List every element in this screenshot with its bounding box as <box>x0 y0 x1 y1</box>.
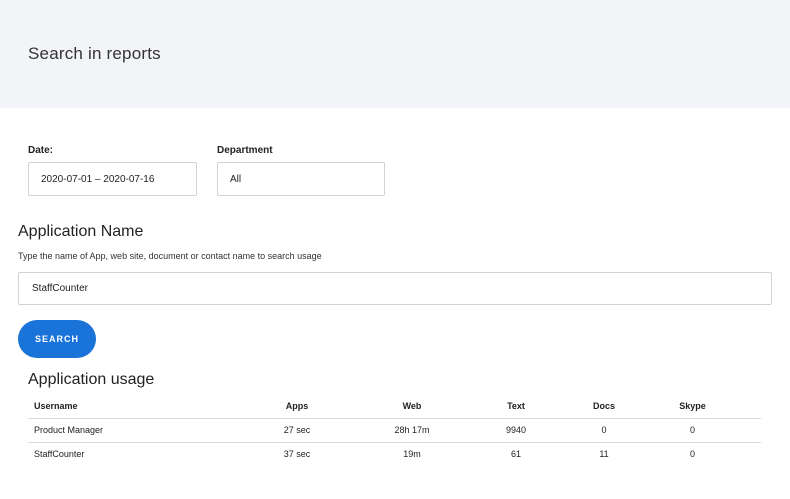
date-range-value: 2020-07-01 – 2020-07-16 <box>41 173 155 185</box>
page-title: Search in reports <box>28 44 161 63</box>
cell-skype: 0 <box>689 449 695 460</box>
department-value: All <box>230 173 242 185</box>
cell-docs: 0 <box>584 418 624 443</box>
cell-text: 9940 <box>448 418 584 443</box>
cell-docs: 11 <box>599 449 609 460</box>
search-button[interactable]: SEARCH <box>18 320 96 358</box>
column-header-web[interactable]: Web <box>376 394 448 419</box>
application-usage-heading: Application usage <box>28 371 155 388</box>
cell-text: 61 <box>510 449 521 460</box>
cell-apps: 37 sec <box>283 449 311 460</box>
cell-web: 28h 17m <box>376 418 448 443</box>
column-header-skype[interactable]: Skype <box>624 394 761 419</box>
cell-skype: 0 <box>624 418 761 443</box>
department-label: Department <box>217 145 273 156</box>
application-usage-table: Username Apps Web Text Docs Skype Product Mana… <box>28 394 761 466</box>
page-header: Search in reports <box>0 0 790 108</box>
column-header-docs[interactable]: Docs <box>584 394 624 419</box>
date-label: Date: <box>28 145 54 156</box>
column-header-username[interactable]: Username <box>28 394 218 419</box>
cell-apps: 27 sec <box>218 418 376 443</box>
table-header-row: Username Apps Web Text Docs Skype <box>28 394 761 419</box>
application-name-heading: Application Name <box>18 223 144 240</box>
column-header-apps[interactable]: Apps <box>218 394 376 419</box>
column-header-text[interactable]: Text <box>448 394 584 419</box>
department-select[interactable]: All <box>217 162 385 196</box>
cell-username: Product Manager <box>28 418 218 443</box>
application-search-input[interactable] <box>18 272 772 305</box>
date-range-picker[interactable]: 2020-07-01 – 2020-07-16 <box>28 162 197 196</box>
table-row: Product Manager 27 sec 28h 17m 9940 0 0 <box>28 418 761 443</box>
application-search-hint: Type the name of App, web site, document… <box>18 251 322 261</box>
cell-username: StaffCounter <box>34 449 85 460</box>
cell-web: 19m <box>403 449 421 460</box>
table-row: StaffCounter 37 sec 19m 61 11 0 <box>28 442 761 466</box>
